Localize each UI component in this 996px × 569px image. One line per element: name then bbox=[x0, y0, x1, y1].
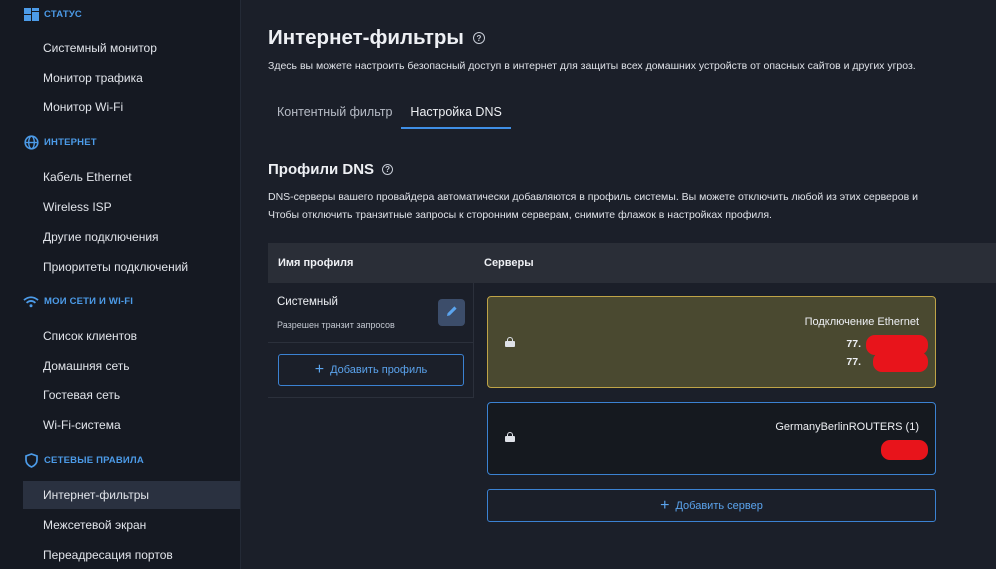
description-line: Чтобы отключить транзитные запросы к сто… bbox=[268, 209, 772, 221]
tab-bar: Контентный фильтр Настройка DNS bbox=[268, 99, 511, 129]
ip-text: 77. bbox=[846, 356, 861, 368]
redaction-mark bbox=[881, 440, 928, 460]
sidebar-item-wifi-monitor[interactable]: Монитор Wi-Fi bbox=[23, 93, 240, 121]
sidebar-item-home-network[interactable]: Домашняя сеть bbox=[23, 352, 240, 380]
server-card-germany-berlin[interactable]: GermanyBerlinROUTERS (1) bbox=[487, 402, 936, 475]
section-title: МОИ СЕТИ И WI-FI bbox=[44, 296, 134, 307]
wifi-icon bbox=[23, 294, 39, 310]
page-title: Интернет-фильтры ? bbox=[268, 26, 485, 50]
page-description: Здесь вы можете настроить безопасный дос… bbox=[268, 60, 916, 72]
edit-profile-button[interactable] bbox=[438, 299, 465, 326]
sidebar-item-internet-filters[interactable]: Интернет-фильтры bbox=[23, 481, 240, 509]
help-icon[interactable]: ? bbox=[382, 164, 394, 175]
dns-profiles-description: DNS-серверы вашего провайдера автоматиче… bbox=[268, 188, 918, 224]
profiles-table-header: Имя профиля Серверы bbox=[268, 243, 996, 283]
sidebar-section-rules: СЕТЕВЫЕ ПРАВИЛА bbox=[24, 453, 144, 468]
help-icon[interactable]: ? bbox=[472, 32, 485, 44]
server-title: GermanyBerlinROUTERS (1) bbox=[775, 421, 919, 433]
sidebar-item-port-forwarding[interactable]: Переадресация портов bbox=[23, 541, 240, 569]
redaction-mark bbox=[873, 352, 928, 372]
section-title: ИНТЕРНЕТ bbox=[44, 137, 97, 148]
section-title: СЕТЕВЫЕ ПРАВИЛА bbox=[44, 455, 144, 466]
lock-icon bbox=[505, 337, 515, 347]
sidebar-section-status: СТАТУС bbox=[23, 8, 82, 21]
page-title-text: Интернет-фильтры bbox=[268, 26, 464, 49]
ip-text: 77. bbox=[846, 338, 861, 350]
sidebar-section-internet: ИНТЕРНЕТ bbox=[23, 135, 97, 150]
add-server-button[interactable]: + Добавить сервер bbox=[487, 489, 936, 522]
section-title-text: Профили DNS bbox=[268, 161, 375, 178]
plus-icon: + bbox=[660, 496, 670, 514]
profile-column: Системный Разрешен транзит запросов + До… bbox=[268, 283, 474, 398]
sidebar-item-traffic-monitor[interactable]: Монитор трафика bbox=[23, 64, 240, 92]
dashboard-icon bbox=[23, 7, 39, 23]
divider bbox=[268, 342, 473, 343]
globe-icon bbox=[23, 135, 39, 151]
sidebar-item-connection-priorities[interactable]: Приоритеты подключений bbox=[23, 253, 240, 281]
add-profile-button[interactable]: + Добавить профиль bbox=[278, 354, 464, 386]
section-title: СТАТУС bbox=[44, 9, 82, 20]
plus-icon: + bbox=[314, 361, 325, 378]
main-content: Интернет-фильтры ? Здесь вы можете настр… bbox=[241, 0, 996, 569]
column-header-profile-name: Имя профиля bbox=[278, 257, 354, 269]
button-label: Добавить сервер bbox=[675, 499, 763, 512]
shield-icon bbox=[23, 453, 39, 469]
sidebar-item-client-list[interactable]: Список клиентов bbox=[23, 322, 240, 350]
sidebar: СТАТУС Системный монитор Монитор трафика… bbox=[0, 0, 241, 569]
sidebar-item-ethernet[interactable]: Кабель Ethernet bbox=[23, 163, 240, 191]
profile-subtitle: Разрешен транзит запросов bbox=[277, 320, 395, 330]
tab-dns-settings[interactable]: Настройка DNS bbox=[401, 99, 511, 129]
dns-profiles-title: Профили DNS ? bbox=[268, 161, 394, 178]
sidebar-item-wifi-system[interactable]: Wi-Fi-система bbox=[23, 411, 240, 439]
lock-icon bbox=[505, 432, 515, 442]
tab-content-filter[interactable]: Контентный фильтр bbox=[268, 99, 401, 129]
button-label: Добавить профиль bbox=[330, 364, 428, 376]
sidebar-item-firewall[interactable]: Межсетевой экран bbox=[23, 511, 240, 539]
profile-name[interactable]: Системный bbox=[277, 296, 338, 308]
server-card-ethernet[interactable]: Подключение Ethernet 77. 77. bbox=[487, 296, 936, 388]
column-header-servers: Серверы bbox=[484, 257, 534, 269]
description-line: DNS-серверы вашего провайдера автоматиче… bbox=[268, 191, 918, 203]
sidebar-item-other-connections[interactable]: Другие подключения bbox=[23, 223, 240, 251]
sidebar-section-networks: МОИ СЕТИ И WI-FI bbox=[23, 296, 134, 308]
sidebar-item-guest-network[interactable]: Гостевая сеть bbox=[23, 381, 240, 409]
pencil-icon bbox=[446, 305, 458, 320]
sidebar-item-wireless-isp[interactable]: Wireless ISP bbox=[23, 193, 240, 221]
sidebar-item-system-monitor[interactable]: Системный монитор bbox=[23, 34, 240, 62]
server-title: Подключение Ethernet bbox=[804, 316, 919, 328]
